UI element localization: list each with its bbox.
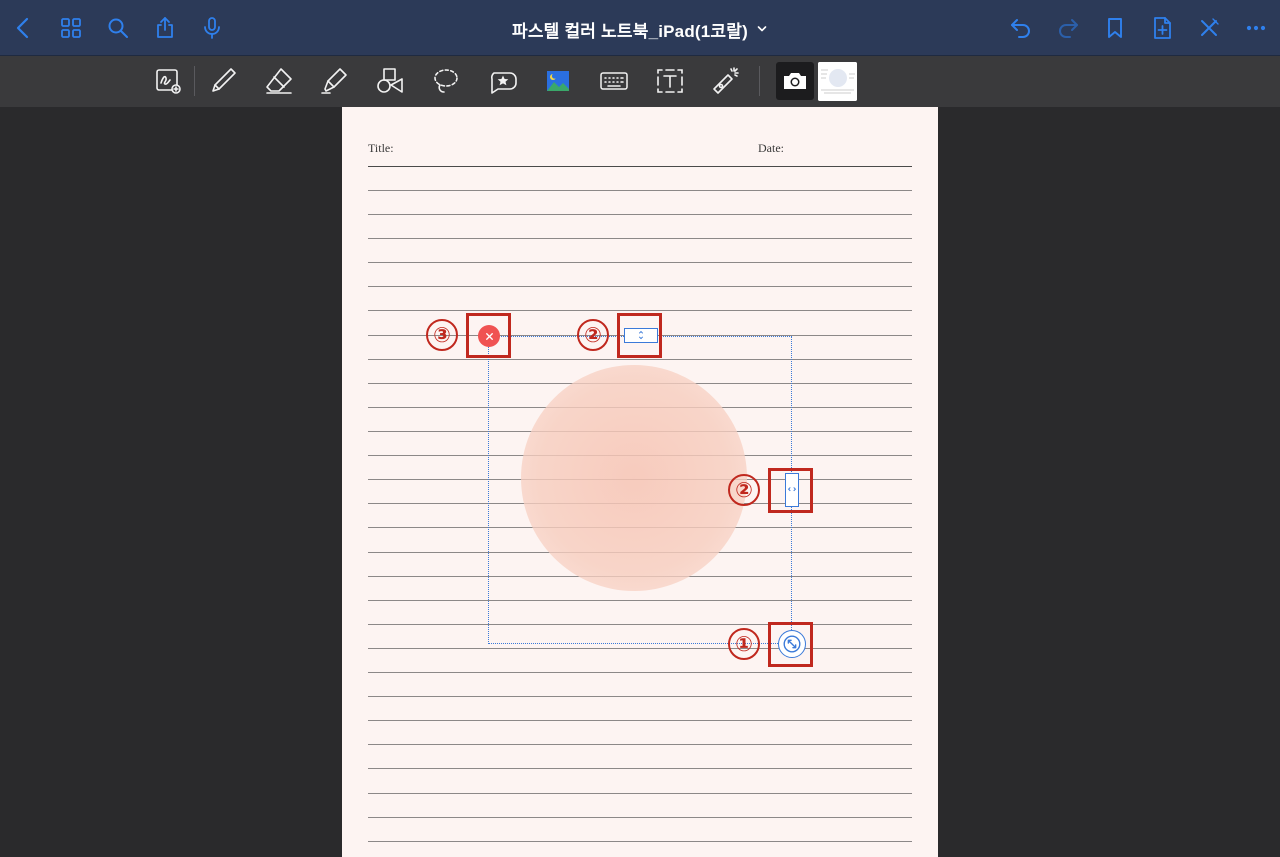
tool-sticker[interactable] [483,62,521,100]
page-title-label: Title: [368,141,394,155]
tool-shapes[interactable] [371,62,409,100]
tool-pen[interactable] [204,62,242,100]
laser-pointer-icon [713,67,739,94]
toolbar-divider [194,66,195,96]
more-button[interactable] [1240,12,1272,44]
search-button[interactable] [102,12,134,44]
keyboard-icon [600,72,628,90]
callout-number-2-right: ② [728,474,760,506]
callout-box-vertical-handle [617,313,662,358]
tool-eraser[interactable] [260,62,298,100]
ruled-line [368,190,912,191]
ruled-line [368,817,912,818]
ruled-line [368,793,912,794]
ruled-line [368,696,912,697]
ruled-line [368,768,912,769]
back-icon [16,17,29,39]
header-rule [368,166,912,167]
tool-lasso[interactable] [427,62,465,100]
tool-zoom-writing[interactable] [149,62,187,100]
ruled-line [368,672,912,673]
ruled-line [368,744,912,745]
eraser-icon [266,68,292,94]
close-edit-button[interactable] [1193,12,1225,44]
ruled-line [368,310,912,311]
ruled-line [368,214,912,215]
tool-highlighter[interactable] [315,62,353,100]
camera-icon [784,73,806,89]
back-button[interactable] [8,12,40,44]
image-icon [547,71,569,91]
text-box-icon [657,69,683,93]
bookmark-button[interactable] [1099,12,1131,44]
app-window: 파스텔 컬러 노트북_iPad(1코랄) Title: Date: ③ ② ② … [0,0,1280,857]
document-title-menu[interactable]: 파스텔 컬러 노트북_iPad(1코랄) [440,16,840,42]
ruled-line [368,841,912,842]
ruled-line [368,720,912,721]
microphone-icon [204,17,220,39]
sticker-icon [491,72,517,94]
redo-button[interactable] [1052,12,1084,44]
callout-number-2-top: ② [577,319,609,351]
grid-icon [61,18,81,38]
tool-camera[interactable] [776,62,814,100]
zoom-pen-icon [156,69,181,94]
callout-box-delete [466,313,511,358]
lasso-icon [434,69,458,93]
tool-laser-pointer[interactable] [707,62,745,100]
tool-text-box[interactable] [651,62,689,100]
tool-image[interactable] [539,62,577,100]
pen-icon [212,68,236,92]
redo-icon [1059,19,1078,38]
ruled-line [368,238,912,239]
undo-icon [1011,19,1030,38]
close-icon [1201,18,1219,36]
more-icon [1246,25,1266,31]
recent-image-thumbnail[interactable] [818,62,857,101]
callout-box-scale-handle [768,622,813,667]
document-title: 파스텔 컬러 노트북_iPad(1코랄) [512,21,748,41]
callout-box-horizontal-handle [768,468,813,513]
grid-view-button[interactable] [55,12,87,44]
drawing-toolbar [0,56,1280,107]
page-date-label: Date: [758,141,784,155]
microphone-button[interactable] [196,12,228,44]
share-icon [157,17,173,38]
callout-number-1: ① [728,628,760,660]
highlighter-icon [321,68,347,94]
add-page-button[interactable] [1146,12,1178,44]
add-page-icon [1154,17,1171,39]
ruled-line [368,286,912,287]
shapes-icon [377,68,403,93]
tool-keyboard[interactable] [595,62,633,100]
search-icon [108,18,128,38]
thumbnail-preview-icon [818,62,857,101]
bookmark-icon [1108,18,1122,38]
undo-button[interactable] [1005,12,1037,44]
ruled-line [368,262,912,263]
toolbar-divider [759,66,760,96]
top-navigation-bar: 파스텔 컬러 노트북_iPad(1코랄) [0,0,1280,56]
ruled-line [368,648,912,649]
chevron-down-icon [757,26,767,32]
callout-number-3: ③ [426,319,458,351]
share-button[interactable] [149,12,181,44]
